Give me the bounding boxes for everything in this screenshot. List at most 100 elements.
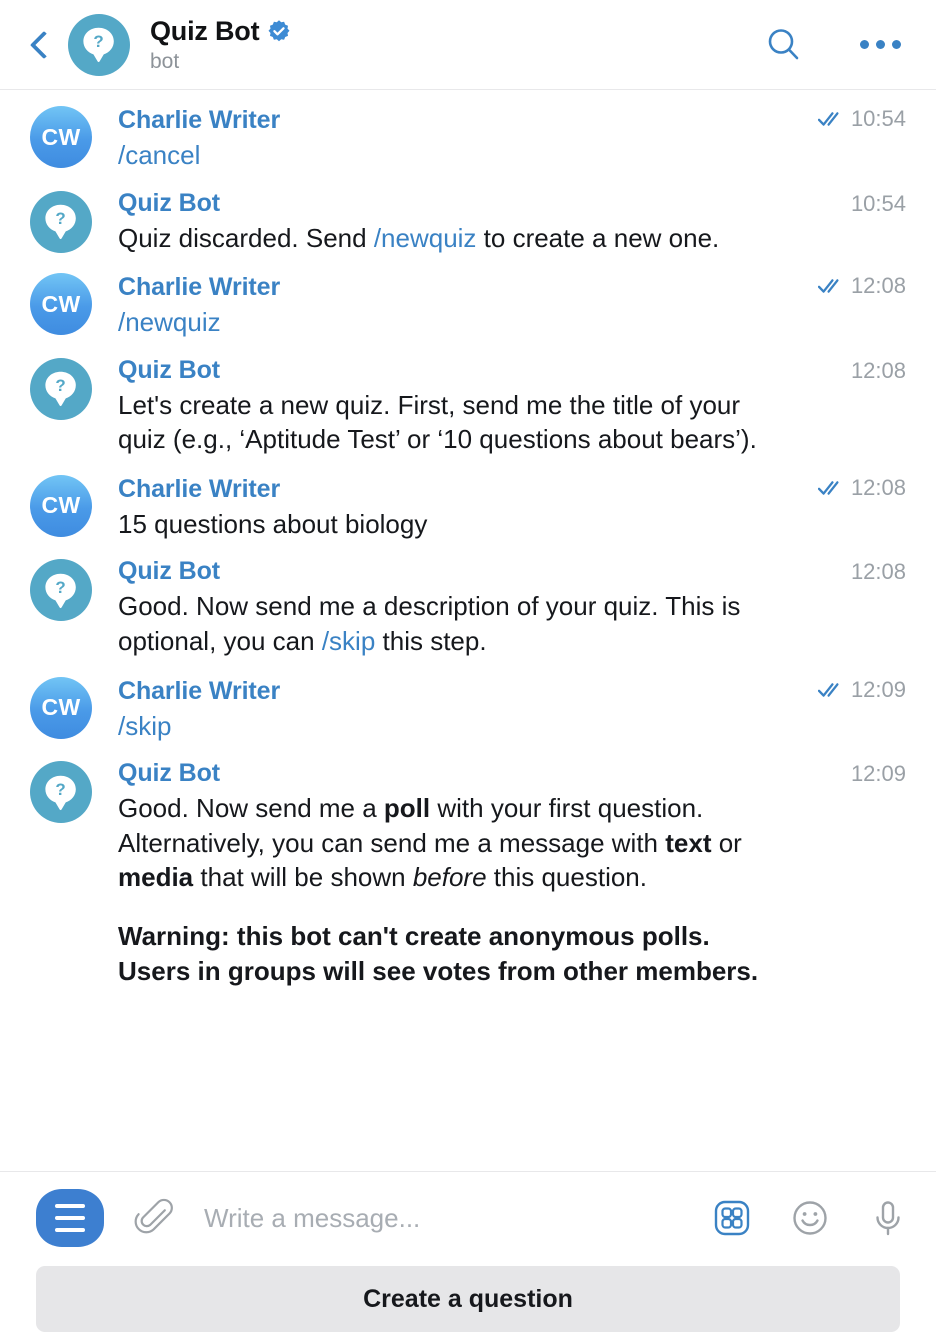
svg-text:?: ?	[56, 376, 66, 395]
command-link-skip[interactable]: /skip	[322, 626, 375, 656]
avatar[interactable]: ?	[30, 190, 92, 253]
composer-right-actions	[708, 1194, 912, 1242]
header-subtitle: bot	[150, 49, 180, 73]
hamburger-icon-line	[55, 1216, 85, 1220]
bold-media: media	[118, 862, 194, 893]
quiz-bot-avatar-icon: ?	[83, 27, 115, 62]
message-time: 12:08	[850, 357, 906, 383]
avatar[interactable]: CW	[30, 106, 92, 168]
more-options-icon	[859, 40, 901, 49]
text-fragment: to create a new one.	[476, 222, 720, 253]
message-list[interactable]: CW Charlie Writer 10:54 /cancel ? Quiz B…	[0, 90, 936, 1171]
message-sender[interactable]: Quiz Bot	[118, 189, 220, 218]
message-meta: 12:09	[817, 675, 906, 703]
avatar[interactable]: CW	[30, 273, 92, 336]
message-header: Charlie Writer 10:54	[118, 104, 906, 135]
read-receipt-double-check-icon	[817, 279, 839, 293]
message-body: Charlie Writer 12:08 /newquiz	[118, 271, 906, 340]
message-meta: 12:08	[817, 271, 906, 299]
smiley-icon	[793, 1201, 827, 1235]
text-fragment: that will be shown	[193, 862, 413, 893]
hamburger-icon-line	[55, 1228, 85, 1232]
read-receipt-double-check-icon	[817, 112, 839, 126]
message-text: Quiz discarded. Send /newquiz to create …	[118, 221, 778, 256]
paragraph-break	[118, 895, 778, 919]
message-sender[interactable]: Charlie Writer	[118, 273, 280, 302]
message-item[interactable]: ? Quiz Bot 12:09 Good. Now send me a pol…	[0, 759, 936, 988]
message-text: /cancel	[118, 140, 201, 170]
message-text: /newquiz	[118, 307, 221, 338]
voice-record-button[interactable]	[864, 1194, 912, 1242]
italic-before: before	[412, 862, 487, 893]
bot-commands-menu-button[interactable]	[36, 1189, 104, 1247]
emoji-button[interactable]	[786, 1194, 834, 1242]
avatar[interactable]: ?	[30, 357, 92, 420]
message-body: Charlie Writer 10:54 /cancel	[118, 104, 906, 173]
command-link-newquiz[interactable]: /newquiz	[374, 223, 477, 253]
composer-area: Create a question	[0, 1171, 936, 1344]
read-receipt-double-check-icon	[817, 481, 839, 495]
message-body: Quiz Bot 12:08 Good. Now send me a descr…	[118, 557, 906, 658]
avatar[interactable]: ?	[30, 559, 92, 622]
bold-text: text	[665, 827, 712, 858]
message-header: Quiz Bot 12:08	[118, 557, 906, 586]
message-input[interactable]	[204, 1198, 694, 1238]
message-text: /skip	[118, 710, 172, 741]
message-item[interactable]: ? Quiz Bot 10:54 Quiz discarded. Send /n…	[0, 189, 936, 256]
message-sender[interactable]: Quiz Bot	[118, 557, 220, 586]
text-fragment: this question.	[486, 862, 647, 893]
message-time: 12:09	[850, 761, 906, 787]
avatar[interactable]: CW	[30, 474, 92, 537]
message-body: Quiz Bot 12:09 Good. Now send me a poll …	[118, 759, 906, 988]
message-item[interactable]: CW Charlie Writer 12:08 15 questions abo…	[0, 473, 936, 542]
message-sender[interactable]: Quiz Bot	[118, 356, 220, 385]
avatar[interactable]: CW	[30, 676, 92, 739]
composer-bar	[0, 1172, 936, 1264]
message-sender[interactable]: Charlie Writer	[118, 106, 280, 135]
message-sender[interactable]: Charlie Writer	[118, 677, 280, 706]
quiz-bot-avatar-icon: ?	[45, 775, 77, 810]
chevron-left-icon	[29, 30, 59, 59]
paperclip-icon	[134, 1198, 173, 1234]
message-item[interactable]: CW Charlie Writer 12:09 /skip	[0, 675, 936, 744]
message-sender[interactable]: Quiz Bot	[118, 759, 220, 788]
search-button[interactable]	[760, 21, 808, 69]
message-time: 12:08	[850, 559, 906, 585]
create-question-button[interactable]: Create a question	[36, 1266, 900, 1332]
message-header: Quiz Bot 12:08	[118, 356, 906, 385]
warning-line-2: Users in groups will see votes from othe…	[118, 955, 759, 986]
header-text-block: Quiz Bot bot	[150, 16, 760, 74]
hamburger-icon-line	[55, 1204, 85, 1208]
read-receipt-double-check-icon	[817, 682, 839, 697]
quiz-bot-avatar-icon: ?	[45, 573, 77, 608]
message-header: Quiz Bot 10:54	[118, 189, 906, 218]
svg-text:?: ?	[56, 209, 66, 228]
message-sender[interactable]: Charlie Writer	[118, 475, 280, 504]
message-body: Quiz Bot 10:54 Quiz discarded. Send /new…	[118, 189, 906, 256]
svg-text:?: ?	[56, 578, 66, 597]
back-button[interactable]	[20, 19, 62, 71]
text-fragment: Good. Now send me a	[118, 793, 384, 824]
attach-button[interactable]	[132, 1195, 178, 1241]
message-item[interactable]: CW Charlie Writer 10:54 /cancel	[0, 104, 936, 173]
warning-line-1: Warning: this bot can't create anonymous…	[118, 920, 710, 951]
chat-avatar[interactable]: ?	[68, 13, 130, 76]
message-item[interactable]: CW Charlie Writer 12:08 /newquiz	[0, 271, 936, 340]
message-meta: 12:08	[851, 557, 906, 585]
message-meta: 12:09	[851, 759, 906, 787]
message-time: 10:54	[850, 106, 906, 131]
message-body: Charlie Writer 12:09 /skip	[118, 675, 906, 744]
message-meta: 10:54	[851, 189, 906, 217]
more-options-button[interactable]	[856, 21, 904, 69]
bot-keyboard-button[interactable]	[708, 1194, 756, 1242]
message-time: 10:54	[850, 190, 906, 216]
avatar[interactable]: ?	[30, 761, 92, 824]
microphone-icon	[876, 1201, 900, 1236]
message-item[interactable]: ? Quiz Bot 12:08 Good. Now send me a des…	[0, 557, 936, 658]
quiz-bot-avatar-icon: ?	[45, 371, 77, 407]
message-item[interactable]: ? Quiz Bot 12:08 Let's create a new quiz…	[0, 356, 936, 457]
avatar-initials: CW	[41, 290, 81, 317]
message-header: Charlie Writer 12:08	[118, 473, 906, 504]
message-body: Quiz Bot 12:08 Let's create a new quiz. …	[118, 356, 906, 457]
avatar-initials: CW	[41, 694, 81, 721]
